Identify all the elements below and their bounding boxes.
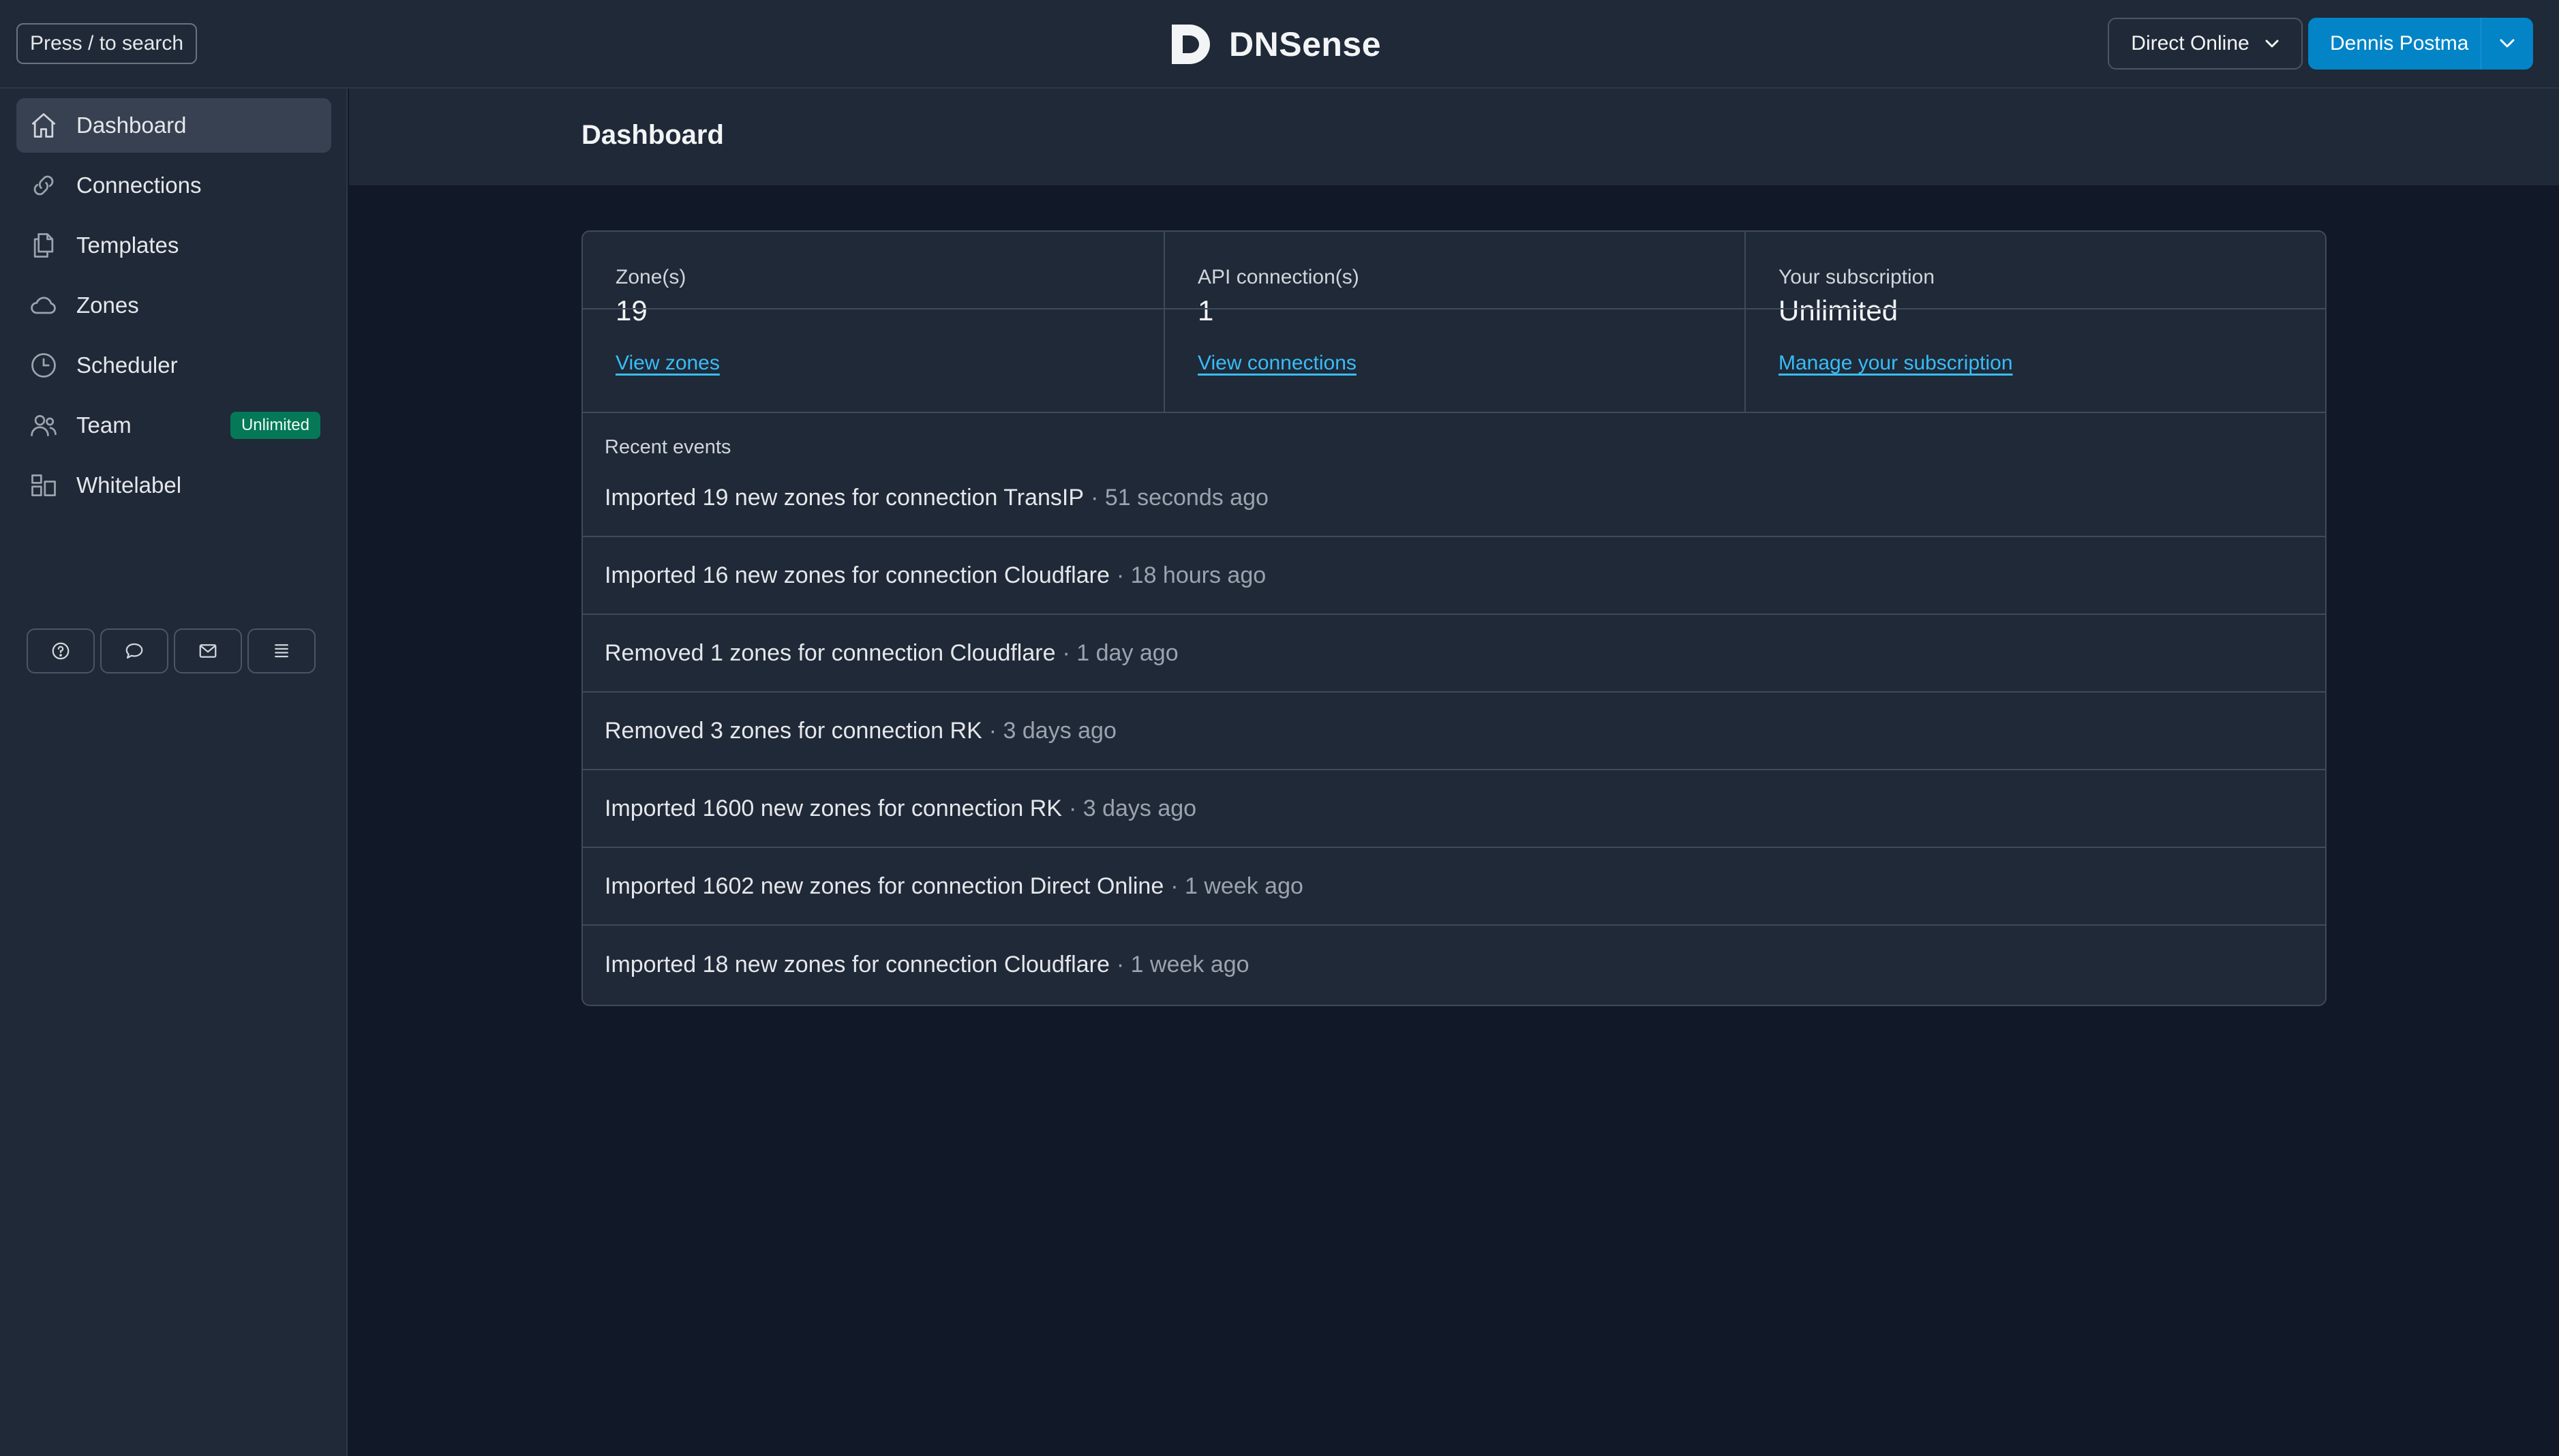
chat-button[interactable] — [100, 628, 168, 673]
sidebar-item-connections[interactable]: Connections — [16, 158, 331, 213]
organization-name: Direct Online — [2131, 32, 2250, 55]
user-menu-button[interactable]: Dennis Postma — [2308, 18, 2533, 70]
event-time: · 3 days ago — [988, 717, 1117, 744]
brand[interactable]: DNSense — [1169, 20, 1381, 68]
sidebar-item-label: Templates — [76, 232, 179, 258]
sidebar-item-label: Whitelabel — [76, 472, 182, 498]
mail-button[interactable] — [174, 628, 242, 673]
event-text: Removed 1 zones for connection Cloudflar… — [605, 639, 1056, 666]
list-icon — [275, 644, 288, 658]
event-row: Removed 3 zones for connection RK · 3 da… — [583, 693, 2325, 770]
list-button[interactable] — [247, 628, 316, 673]
sidebar-item-label: Zones — [76, 292, 139, 318]
event-row — [583, 232, 2325, 309]
event-time: · 1 day ago — [1062, 639, 1179, 666]
sidebar-item-scheduler[interactable]: Scheduler — [16, 338, 331, 393]
chevron-down-icon — [2500, 39, 2515, 48]
link-icon — [23, 158, 64, 213]
page-title: Dashboard — [581, 120, 724, 150]
event-row: Imported 18 new zones for connection Clo… — [583, 926, 2325, 1003]
event-time: · 3 days ago — [1068, 795, 1197, 821]
event-row: Imported 19 new zones for connection Tra… — [583, 459, 2325, 537]
sidebar-item-label: Team — [76, 412, 132, 438]
event-row: Imported 16 new zones for connection Clo… — [583, 537, 2325, 615]
app-name: DNSense — [1229, 25, 1382, 63]
sidebar-item-zones[interactable]: Zones — [16, 278, 331, 333]
event-text: Imported 1600 new zones for connection R… — [605, 795, 1062, 821]
sidebar-item-team[interactable]: Team Unlimited — [16, 398, 331, 453]
clock-icon — [23, 338, 64, 393]
manage-subscription-link[interactable]: Manage your subscription — [1778, 352, 2013, 375]
help-button[interactable] — [27, 628, 95, 673]
view-zones-link[interactable]: View zones — [616, 352, 720, 375]
user-menu-toggle[interactable] — [2481, 18, 2533, 70]
sidebar: Dashboard Connections Templates Zones Sc… — [0, 89, 348, 1456]
user-name: Dennis Postma — [2330, 32, 2469, 55]
sidebar-item-label: Dashboard — [76, 112, 187, 138]
chevron-down-icon — [2265, 40, 2279, 48]
event-text: Imported 18 new zones for connection Clo… — [605, 951, 1110, 977]
event-text: Imported 16 new zones for connection Clo… — [605, 562, 1110, 588]
event-time: · 1 week ago — [1170, 873, 1303, 899]
recent-events-heading: Recent events — [605, 436, 731, 458]
event-row: Imported 1602 new zones for connection D… — [583, 848, 2325, 926]
dashboard-card: Zone(s) 19 View zones API connection(s) … — [581, 230, 2327, 1006]
organization-selector[interactable]: Direct Online — [2108, 18, 2303, 70]
documents-icon — [23, 218, 64, 273]
sidebar-item-whitelabel[interactable]: Whitelabel — [16, 458, 331, 513]
sidebar-item-templates[interactable]: Templates — [16, 218, 331, 273]
event-time: · 18 hours ago — [1116, 562, 1267, 588]
cloud-icon — [23, 278, 64, 333]
event-text: Removed 3 zones for connection RK — [605, 717, 982, 744]
dnsense-logo-icon — [1172, 25, 1210, 64]
event-time: · 1 week ago — [1116, 951, 1250, 977]
users-icon — [23, 398, 64, 453]
subscription-badge: Unlimited — [230, 412, 320, 439]
sidebar-item-dashboard[interactable]: Dashboard — [16, 98, 331, 153]
event-row: Removed 1 zones for connection Cloudflar… — [583, 615, 2325, 693]
sidebar-item-label: Scheduler — [76, 352, 178, 378]
chat-icon — [125, 643, 143, 659]
view-connections-link[interactable]: View connections — [1198, 352, 1357, 375]
help-icon — [52, 642, 70, 660]
layout-icon — [23, 458, 64, 513]
sidebar-item-label: Connections — [76, 172, 202, 198]
event-row: Imported 1600 new zones for connection R… — [583, 770, 2325, 848]
mail-icon — [199, 644, 217, 658]
search-button[interactable]: Press / to search — [16, 23, 198, 64]
event-text: Imported 19 new zones for connection Tra… — [605, 484, 1085, 511]
top-bar: Press / to search DNSense Direct Online … — [0, 0, 2559, 89]
event-text: Imported 1602 new zones for connection D… — [605, 873, 1164, 899]
event-time: · 51 seconds ago — [1091, 484, 1269, 511]
home-icon — [23, 98, 64, 153]
